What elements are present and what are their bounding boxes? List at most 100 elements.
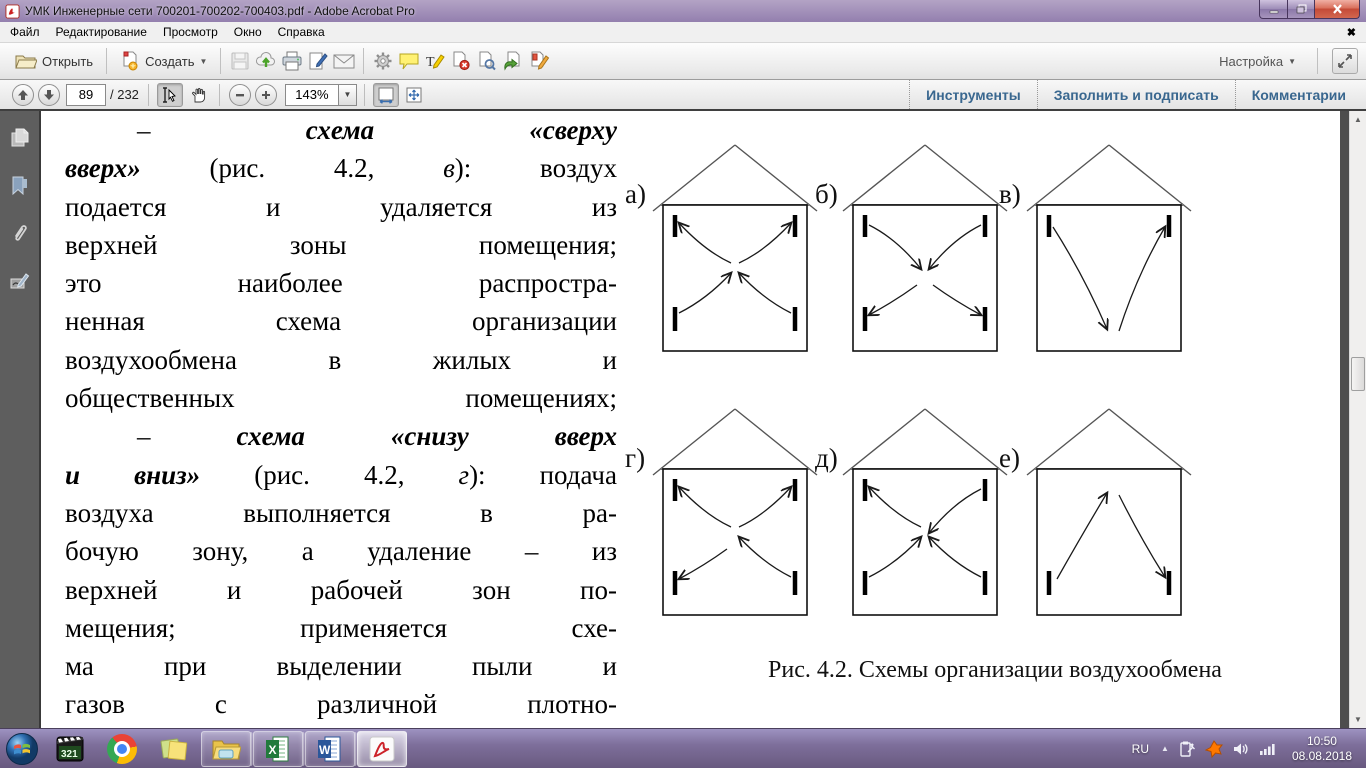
language-indicator[interactable]: RU	[1129, 742, 1152, 756]
highlight-button[interactable]: T	[422, 48, 448, 74]
text-line: воздухообмена в жилых и	[65, 344, 617, 375]
windows-taskbar: 321 X W RU ▲ 10:50 08.08.2018	[0, 728, 1366, 768]
delete-pages-button[interactable]	[448, 48, 474, 74]
toolbar-separator	[220, 48, 222, 74]
text-line: бочую зону, а удаление – из	[65, 536, 617, 567]
open-button[interactable]: Открыть	[8, 48, 100, 74]
navbar-separator	[218, 83, 220, 106]
navbar-separator	[363, 83, 365, 106]
figure-caption: Рис. 4.2. Схемы организации воздухообмен…	[768, 657, 1222, 683]
comment-button[interactable]	[396, 48, 422, 74]
pdf-page[interactable]: – схема «сверху вверх» (рис. 4.2, в): воз…	[41, 111, 1340, 728]
navbar-panel-button-2[interactable]: Комментарии	[1234, 80, 1362, 109]
svg-text:321: 321	[61, 749, 78, 760]
fit-width-button[interactable]	[372, 82, 399, 107]
taskbar-media-player-321[interactable]: 321	[45, 731, 95, 767]
scroll-down-icon[interactable]: ▼	[1350, 711, 1366, 728]
create-button[interactable]: Создать ▼	[113, 47, 214, 75]
menu-1[interactable]: Редактирование	[48, 22, 155, 42]
text-line: ненная схема организации	[65, 306, 617, 337]
taskbar-word[interactable]: W	[305, 730, 355, 767]
menu-4[interactable]: Справка	[270, 22, 333, 42]
highlight-text-icon: T	[426, 54, 446, 70]
zoom-dropdown-button[interactable]: ▼	[338, 83, 357, 106]
volume-icon[interactable]	[1232, 741, 1250, 757]
print-icon	[282, 51, 302, 71]
save-icon	[231, 52, 249, 70]
search-pages-icon	[479, 51, 497, 71]
print-button[interactable]	[279, 48, 305, 74]
taskbar-explorer[interactable]	[201, 730, 251, 767]
scroll-up-icon[interactable]: ▲	[1350, 111, 1366, 128]
safely-remove-icon[interactable]	[1178, 740, 1196, 758]
reading-mode-button[interactable]	[1332, 48, 1358, 74]
close-button[interactable]	[1315, 0, 1360, 19]
close-document-icon[interactable]: ✖	[1347, 26, 1356, 39]
zoom-level-value[interactable]: 143%	[284, 83, 339, 106]
save-button[interactable]	[227, 48, 253, 74]
taskbar-sticky-notes[interactable]	[149, 731, 199, 767]
hidden-icons-arrow-icon[interactable]: ▲	[1161, 744, 1169, 753]
minimize-button[interactable]	[1259, 0, 1288, 19]
restore-button[interactable]	[1288, 0, 1315, 19]
avast-antivirus-icon[interactable]	[1204, 739, 1223, 758]
zoom-out-button[interactable]	[228, 83, 251, 106]
diagram-label: г)	[625, 443, 646, 473]
sign-button[interactable]	[305, 48, 331, 74]
page-number-input[interactable]	[66, 83, 106, 106]
previous-page-button[interactable]	[12, 83, 34, 106]
share-cloud-button[interactable]	[253, 48, 279, 74]
taskbar-acrobat[interactable]	[357, 730, 407, 767]
window-title: УМК Инженерные сети 700201-700202-700403…	[25, 4, 415, 18]
preferences-button[interactable]	[370, 48, 396, 74]
toolbar-separator	[106, 48, 108, 74]
menu-bar: Файл Редактирование Просмотр Окно Справка ✖	[0, 22, 1366, 43]
text-line: подается и удаляется из	[65, 191, 617, 222]
toolbar-separator	[1317, 48, 1318, 74]
text-line: это наиболее распростра-	[65, 268, 617, 299]
plus-icon	[261, 90, 270, 99]
clock[interactable]: 10:50 08.08.2018	[1286, 734, 1358, 764]
menu-2[interactable]: Просмотр	[155, 22, 226, 42]
acrobat-window: УМК Инженерные сети 700201-700202-700403…	[0, 0, 1366, 768]
title-bar: УМК Инженерные сети 700201-700202-700403…	[0, 0, 1366, 22]
menu-0[interactable]: Файл	[2, 22, 48, 42]
zoom-in-button[interactable]	[254, 83, 277, 106]
taskbar-chrome[interactable]	[97, 731, 147, 767]
network-signal-icon[interactable]	[1259, 742, 1277, 756]
edit-document-icon	[531, 51, 550, 70]
next-page-button[interactable]	[38, 83, 60, 106]
send-pages-button[interactable]	[500, 48, 526, 74]
edit-document-button[interactable]	[526, 48, 552, 74]
arrow-up-icon	[18, 89, 28, 100]
select-tool-button[interactable]	[156, 82, 183, 107]
menu-3[interactable]: Окно	[226, 22, 270, 42]
customize-button[interactable]: Настройка ▼	[1212, 50, 1303, 73]
fit-page-icon	[406, 87, 422, 102]
delete-pages-icon	[453, 51, 470, 71]
create-pdf-icon	[123, 51, 138, 71]
comment-icon	[399, 53, 419, 69]
hand-tool-button[interactable]	[185, 83, 211, 107]
search-pages-button[interactable]	[474, 48, 500, 74]
start-button[interactable]	[0, 729, 44, 768]
attachments-icon[interactable]	[7, 221, 33, 247]
signatures-icon[interactable]	[7, 269, 33, 295]
diagram-label: д)	[815, 443, 838, 473]
taskbar-excel[interactable]: X	[253, 730, 303, 767]
open-label: Открыть	[42, 53, 94, 69]
toolbar-separator	[363, 48, 365, 74]
fit-page-button[interactable]	[401, 83, 427, 107]
navbar-panel-button-0[interactable]: Инструменты	[909, 80, 1037, 109]
send-pages-icon	[504, 51, 520, 71]
vertical-scrollbar[interactable]: ▲ ▼	[1349, 111, 1366, 728]
sign-icon	[309, 52, 329, 70]
navbar-panel-button-1[interactable]: Заполнить и подписать	[1036, 80, 1235, 109]
text-line: – схема «снизу вверх	[137, 421, 617, 452]
page-thumbnails-icon[interactable]	[7, 125, 33, 151]
email-button[interactable]	[331, 48, 357, 74]
page-total-label: / 232	[110, 87, 139, 102]
customize-label: Настройка	[1219, 53, 1284, 69]
bookmarks-icon[interactable]	[7, 173, 33, 199]
scrollbar-thumb[interactable]	[1351, 357, 1365, 391]
